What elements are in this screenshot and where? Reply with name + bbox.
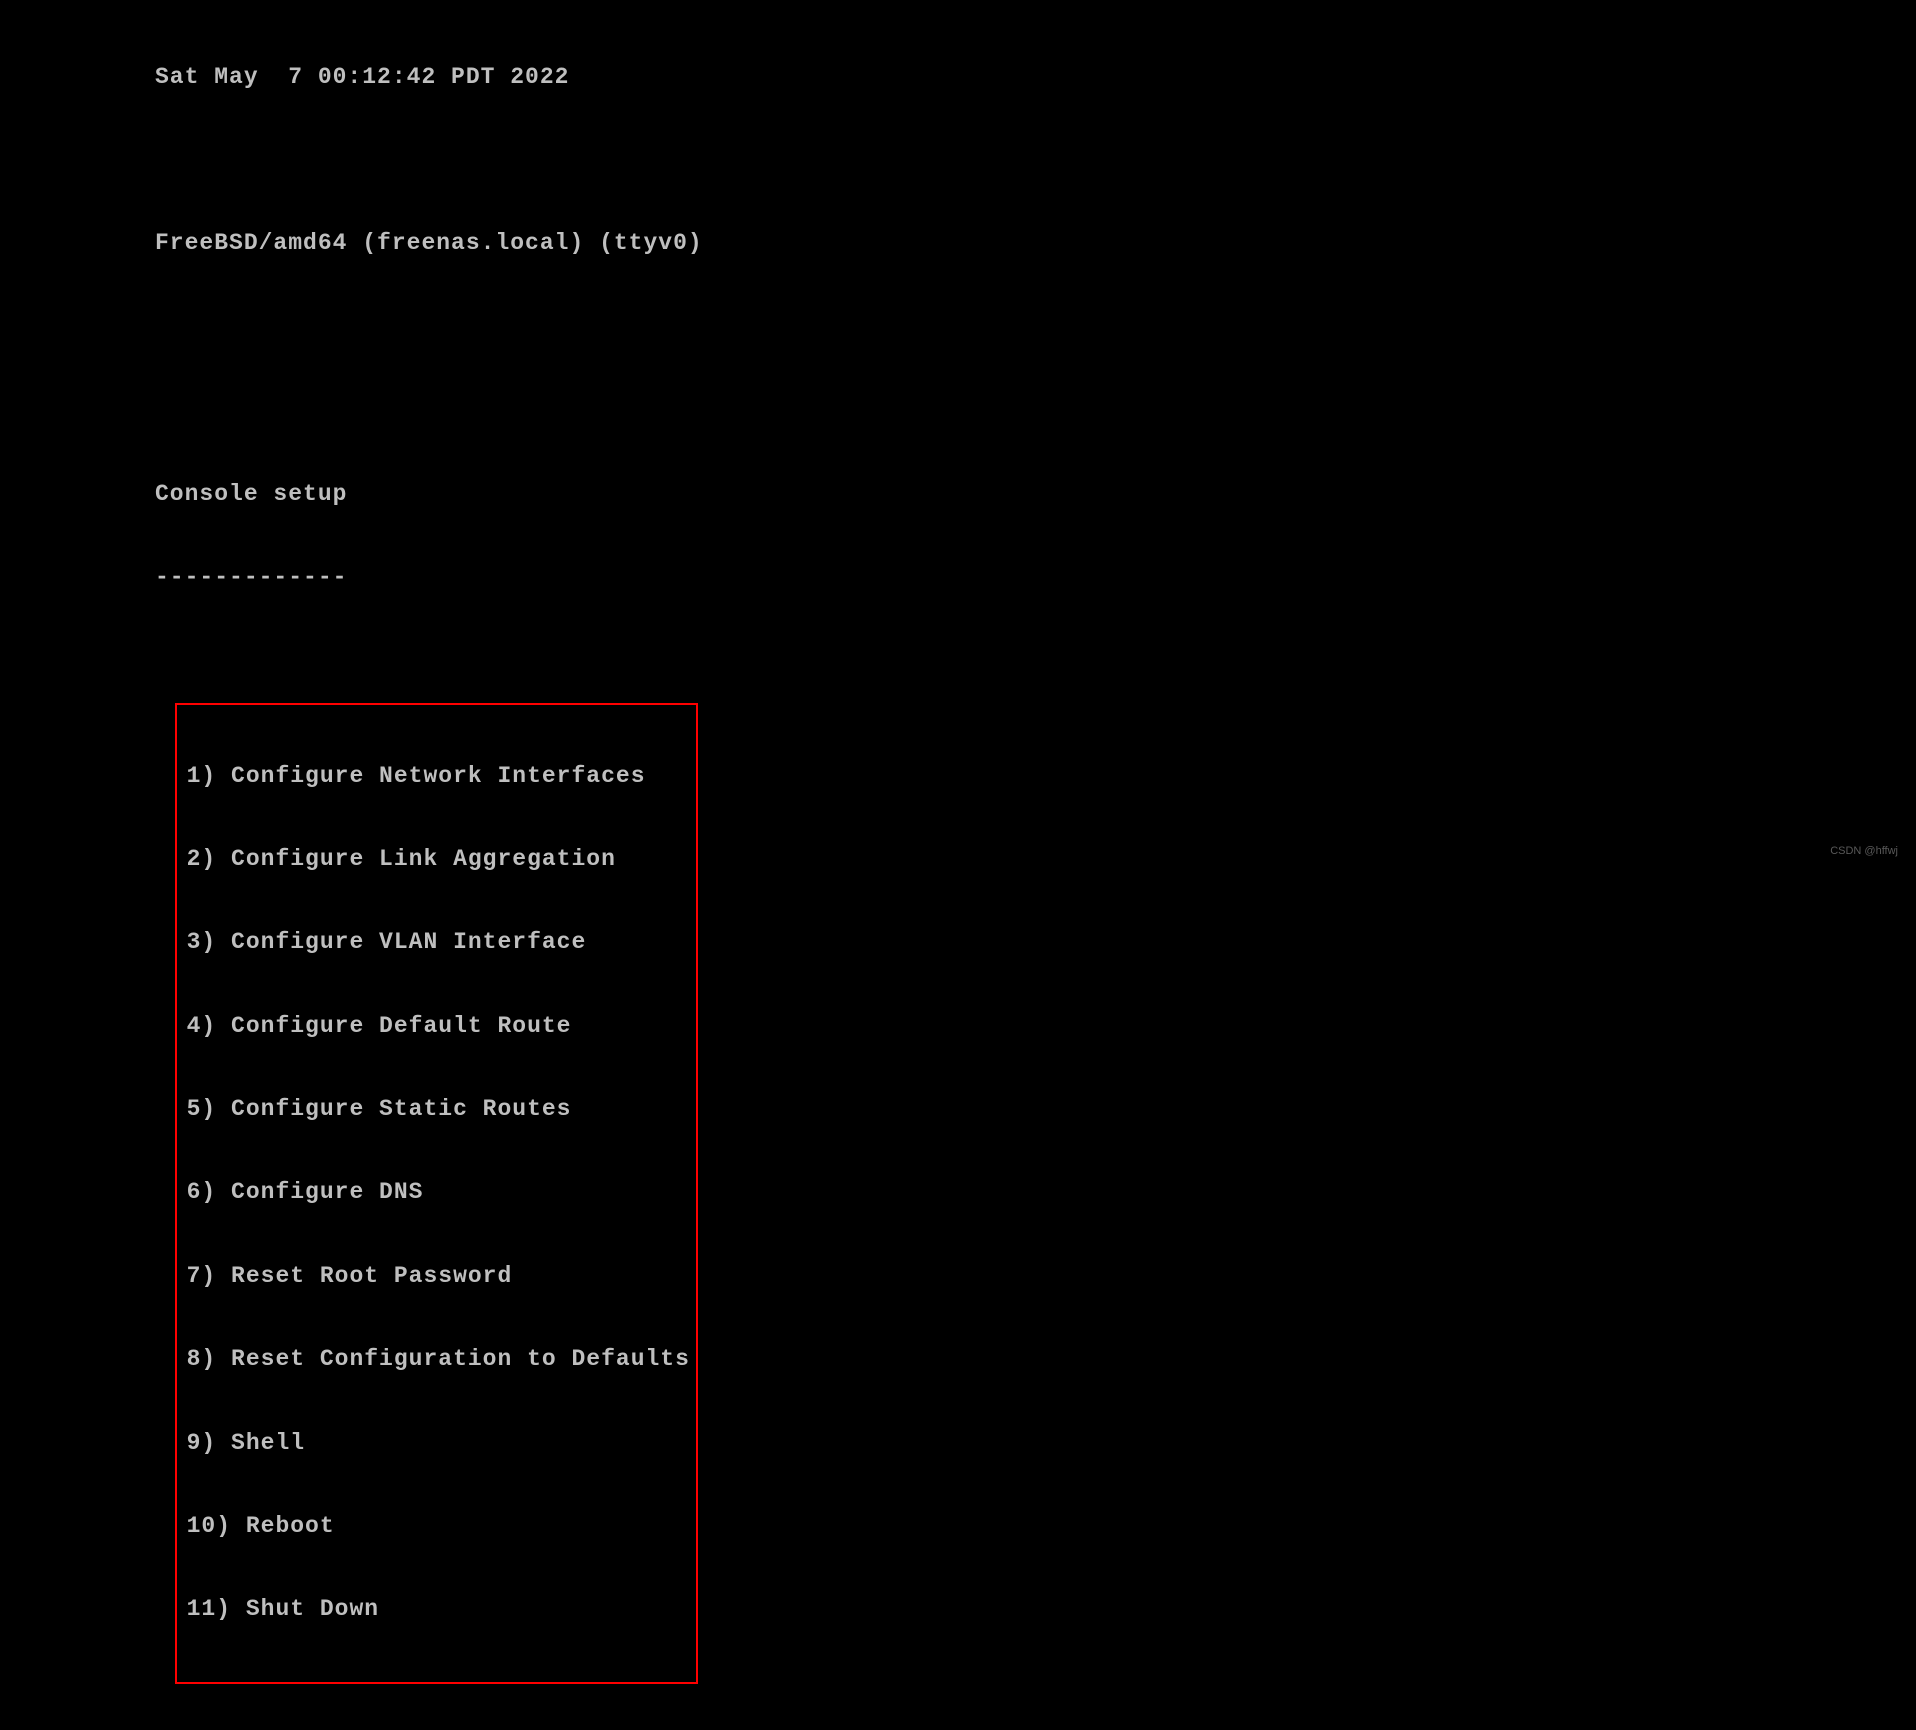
menu-num: 6) xyxy=(187,1179,217,1205)
menu-highlight-box: 1) Configure Network Interfaces 2) Confi… xyxy=(175,703,698,1684)
menu-item[interactable]: 7) Reset Root Password xyxy=(177,1263,690,1291)
menu-item[interactable]: 3) Configure VLAN Interface xyxy=(177,929,690,957)
menu-item[interactable]: 8) Reset Configuration to Defaults xyxy=(177,1346,690,1374)
menu-num: 1) xyxy=(187,763,217,789)
menu-item[interactable]: 4) Configure Default Route xyxy=(177,1013,690,1041)
menu-label: Configure Default Route xyxy=(231,1013,571,1039)
menu-num: 10) xyxy=(187,1513,231,1539)
menu-num: 9) xyxy=(187,1430,217,1456)
system-line: FreeBSD/amd64 (freenas.local) (ttyv0) xyxy=(155,230,1916,258)
menu-item[interactable]: 2) Configure Link Aggregation xyxy=(177,846,690,874)
menu-num: 3) xyxy=(187,929,217,955)
menu-item[interactable]: 11) Shut Down xyxy=(177,1596,690,1624)
blank-line xyxy=(155,147,1916,175)
menu-item[interactable]: 1) Configure Network Interfaces xyxy=(177,763,690,791)
menu-label: Configure DNS xyxy=(231,1179,423,1205)
menu-label: Shell xyxy=(231,1430,305,1456)
blank-line xyxy=(155,314,1916,342)
menu-label: Configure VLAN Interface xyxy=(231,929,586,955)
menu-label: Shut Down xyxy=(246,1596,379,1622)
menu-item[interactable]: 5) Configure Static Routes xyxy=(177,1096,690,1124)
menu-num: 4) xyxy=(187,1013,217,1039)
timestamp-line: Sat May 7 00:12:42 PDT 2022 xyxy=(155,64,1916,92)
menu-num: 5) xyxy=(187,1096,217,1122)
menu-num: 8) xyxy=(187,1346,217,1372)
menu-label: Configure Network Interfaces xyxy=(231,763,645,789)
menu-item[interactable]: 10) Reboot xyxy=(177,1513,690,1541)
menu-item[interactable]: 6) Configure DNS xyxy=(177,1179,690,1207)
watermark: CSDN @hffwj xyxy=(1830,845,1898,857)
blank-line xyxy=(155,397,1916,425)
section-underline: ------------- xyxy=(155,564,1916,592)
blank-line xyxy=(155,1712,1916,1730)
menu-num: 7) xyxy=(187,1263,217,1289)
menu-num: 11) xyxy=(187,1596,231,1622)
menu-label: Configure Static Routes xyxy=(231,1096,571,1122)
menu-item[interactable]: 9) Shell xyxy=(177,1430,690,1458)
section-title: Console setup xyxy=(155,481,1916,509)
menu-num: 2) xyxy=(187,846,217,872)
menu-label: Reset Root Password xyxy=(231,1263,512,1289)
menu-label: Reset Configuration to Defaults xyxy=(231,1346,690,1372)
blank-line xyxy=(155,647,1916,675)
menu-label: Configure Link Aggregation xyxy=(231,846,616,872)
menu-label: Reboot xyxy=(246,1513,335,1539)
